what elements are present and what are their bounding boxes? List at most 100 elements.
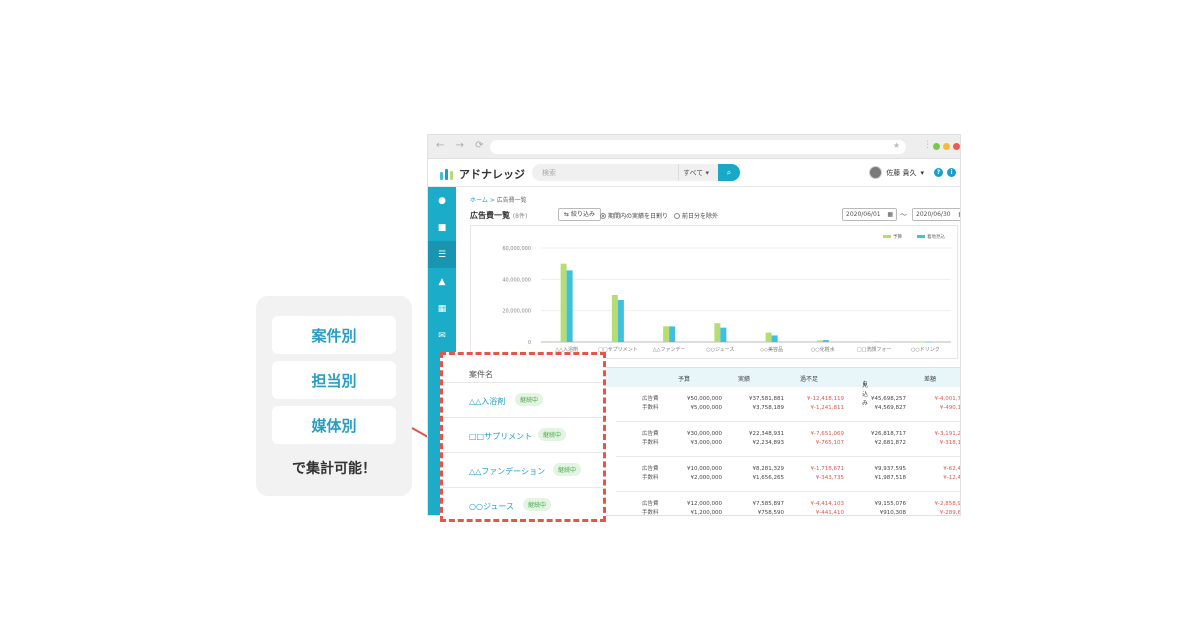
project-name[interactable]: △△ファンデーション [469,466,545,477]
folder-icon[interactable]: ▲ [428,268,456,295]
cell-budget: ¥10,000,000 ¥2,000,000 [687,466,722,481]
bar-forecast [822,340,829,342]
status-badge: 継続中 [523,498,552,511]
status-badge: 継続中 [553,463,582,476]
date-to-input[interactable]: 2020/06/30 ▦ [912,208,960,221]
cell-actual: ¥37,581,881 ¥3,758,189 [749,396,784,411]
bar-forecast [669,326,676,342]
bar-forecast [771,335,778,342]
filter-button[interactable]: ⇆ 絞り込み [558,208,601,221]
logo-mark-icon [440,168,453,180]
help-icon[interactable]: ? [934,168,943,177]
close-dot-icon[interactable] [953,143,960,150]
page-title-text: 広告費一覧 [470,211,510,220]
project-name[interactable]: △△入浴剤 [469,396,505,407]
bar-forecast [720,327,727,342]
radio-full[interactable]: 前日分を除外 [674,211,718,220]
calendar-icon: ▦ [887,211,893,218]
radio-unchecked-icon [674,213,681,219]
browser-menu-icon[interactable]: ⋮ [923,140,932,150]
brand-logo[interactable]: アドナレッジ [440,166,525,182]
bar-budget [765,332,772,342]
user-menu[interactable]: 佐藤 貴久 ▾ [869,166,924,179]
breadcrumb-home[interactable]: ホーム [470,197,488,204]
header-budget[interactable]: 予算 [678,374,690,383]
x-tick-label: ○○ジュース [706,347,734,353]
header-diff[interactable]: 過不足 [800,374,818,383]
header-actual[interactable]: 実績 [738,374,750,383]
table-row[interactable]: 広告費 手数料 ¥50,000,000 ¥5,000,000 ¥37,581,881… [616,387,960,422]
table-row[interactable]: 広告費 手数料 ¥12,000,000 ¥1,200,000 ¥7,585,897 … [616,492,960,515]
cell-forecast: ¥45,698,257 ¥4,569,827 [871,396,906,411]
search-button[interactable]: ⌕ [718,164,740,181]
table-row[interactable]: □□サプリメント 継続中 [443,418,603,453]
table-row[interactable]: ○○ジュース 継続中 [443,488,603,519]
project-name[interactable]: ○○ジュース [469,501,514,512]
project-name[interactable]: □□サプリメント [469,431,532,442]
table-row[interactable]: △△ファンデーション 継続中 [443,453,603,488]
filter-icon: ⇆ [564,211,570,218]
search-scope-select[interactable]: すべて ▾ [678,164,718,181]
bar-forecast [874,341,881,343]
table-row[interactable]: △△入浴剤 継続中 [443,383,603,418]
y-tick-label: 20,000,000 [502,309,531,315]
cell-forecast: ¥26,818,717 ¥2,681,872 [871,431,906,446]
bar-forecast [617,299,624,342]
cell-budget: ¥50,000,000 ¥5,000,000 [687,396,722,411]
address-bar[interactable]: ★ [490,140,906,154]
status-badge: 継続中 [515,393,544,406]
page-title: 広告費一覧 (8件) [470,210,527,221]
row-type-labels: 広告費 手数料 [642,501,659,515]
minimize-dot-icon[interactable] [943,143,950,150]
chevron-down-icon: ▾ [920,168,924,177]
date-from-input[interactable]: 2020/06/01 ▦ [842,208,897,221]
user-name: 佐藤 貴久 [886,168,917,177]
status-badge: 継続中 [538,428,567,441]
calendar-icon: ▦ [958,211,960,218]
table-row[interactable]: 広告費 手数料 ¥10,000,000 ¥2,000,000 ¥8,281,329 … [616,457,960,492]
y-tick-label: 60,000,000 [502,246,531,252]
header-gap[interactable]: 差額 [924,374,936,383]
search-scope-label: すべて [683,169,704,177]
row-type-labels: 広告費 手数料 [642,431,659,446]
bar-budget [714,323,721,342]
x-tick-label: □□洗顔フォー [857,346,891,353]
bar-budget [611,295,618,342]
x-tick-label: ◇◇美容品 [760,346,783,353]
mail-icon[interactable]: ✉ [428,322,456,349]
brand-name: アドナレッジ [459,168,525,181]
info-icon[interactable]: i [947,168,956,177]
legend-label: 着地見込 [927,233,945,240]
list-icon[interactable]: ☰ [428,241,456,268]
y-tick-label: 0 [528,340,531,346]
briefcase-icon[interactable]: ■ [428,214,456,241]
cell-gap: ¥-2,858,924 ¥-289,692 [934,501,960,515]
bar-budget [560,263,567,342]
search-input[interactable]: 検索 [532,164,678,181]
cell-actual: ¥7,585,897 ¥758,590 [752,501,785,515]
user-icon[interactable]: ● [428,187,456,214]
browser-toolbar: ← → ⟳ ★ ⋮ [428,135,960,159]
radio-period[interactable]: 期間内の実績を日割り [600,211,668,220]
browser-nav-icons[interactable]: ← → ⟳ [436,140,488,151]
legend-swatch [883,235,891,238]
cell-diff: ¥-1,718,671 ¥-343,735 [810,466,844,481]
cell-diff: ¥-4,414,103 ¥-441,410 [810,501,844,515]
header-icons: ? i [934,168,956,177]
bar-budget [868,341,875,343]
breadcrumb: ホーム > 広告費一覧 [470,195,527,204]
cell-diff: ¥-7,651,069 ¥-765,107 [810,431,844,446]
date-from-value: 2020/06/01 [846,211,881,218]
breadcrumb-separator: > [487,197,497,204]
bar-budget [919,341,926,343]
aggregation-radio-group: 期間内の実績を日割り 前日分を除外 [600,211,718,220]
avatar [869,166,883,179]
breadcrumb-current: 広告費一覧 [496,197,527,204]
maximize-dot-icon[interactable] [933,143,940,150]
project-column-header[interactable]: 案件名 [443,355,603,383]
bookmark-star-icon[interactable]: ★ [893,141,900,150]
project-name-column-highlight: 案件名 △△入浴剤 継続中 □□サプリメント 継続中 △△ファンデーション 継続… [440,352,606,522]
chart-svg: 60,000,00040,000,00020,000,0000△△入浴剤 □□サプ… [502,233,951,353]
table-row[interactable]: 広告費 手数料 ¥30,000,000 ¥3,000,000 ¥22,348,931… [616,422,960,457]
report-icon[interactable]: ▦ [428,295,456,322]
